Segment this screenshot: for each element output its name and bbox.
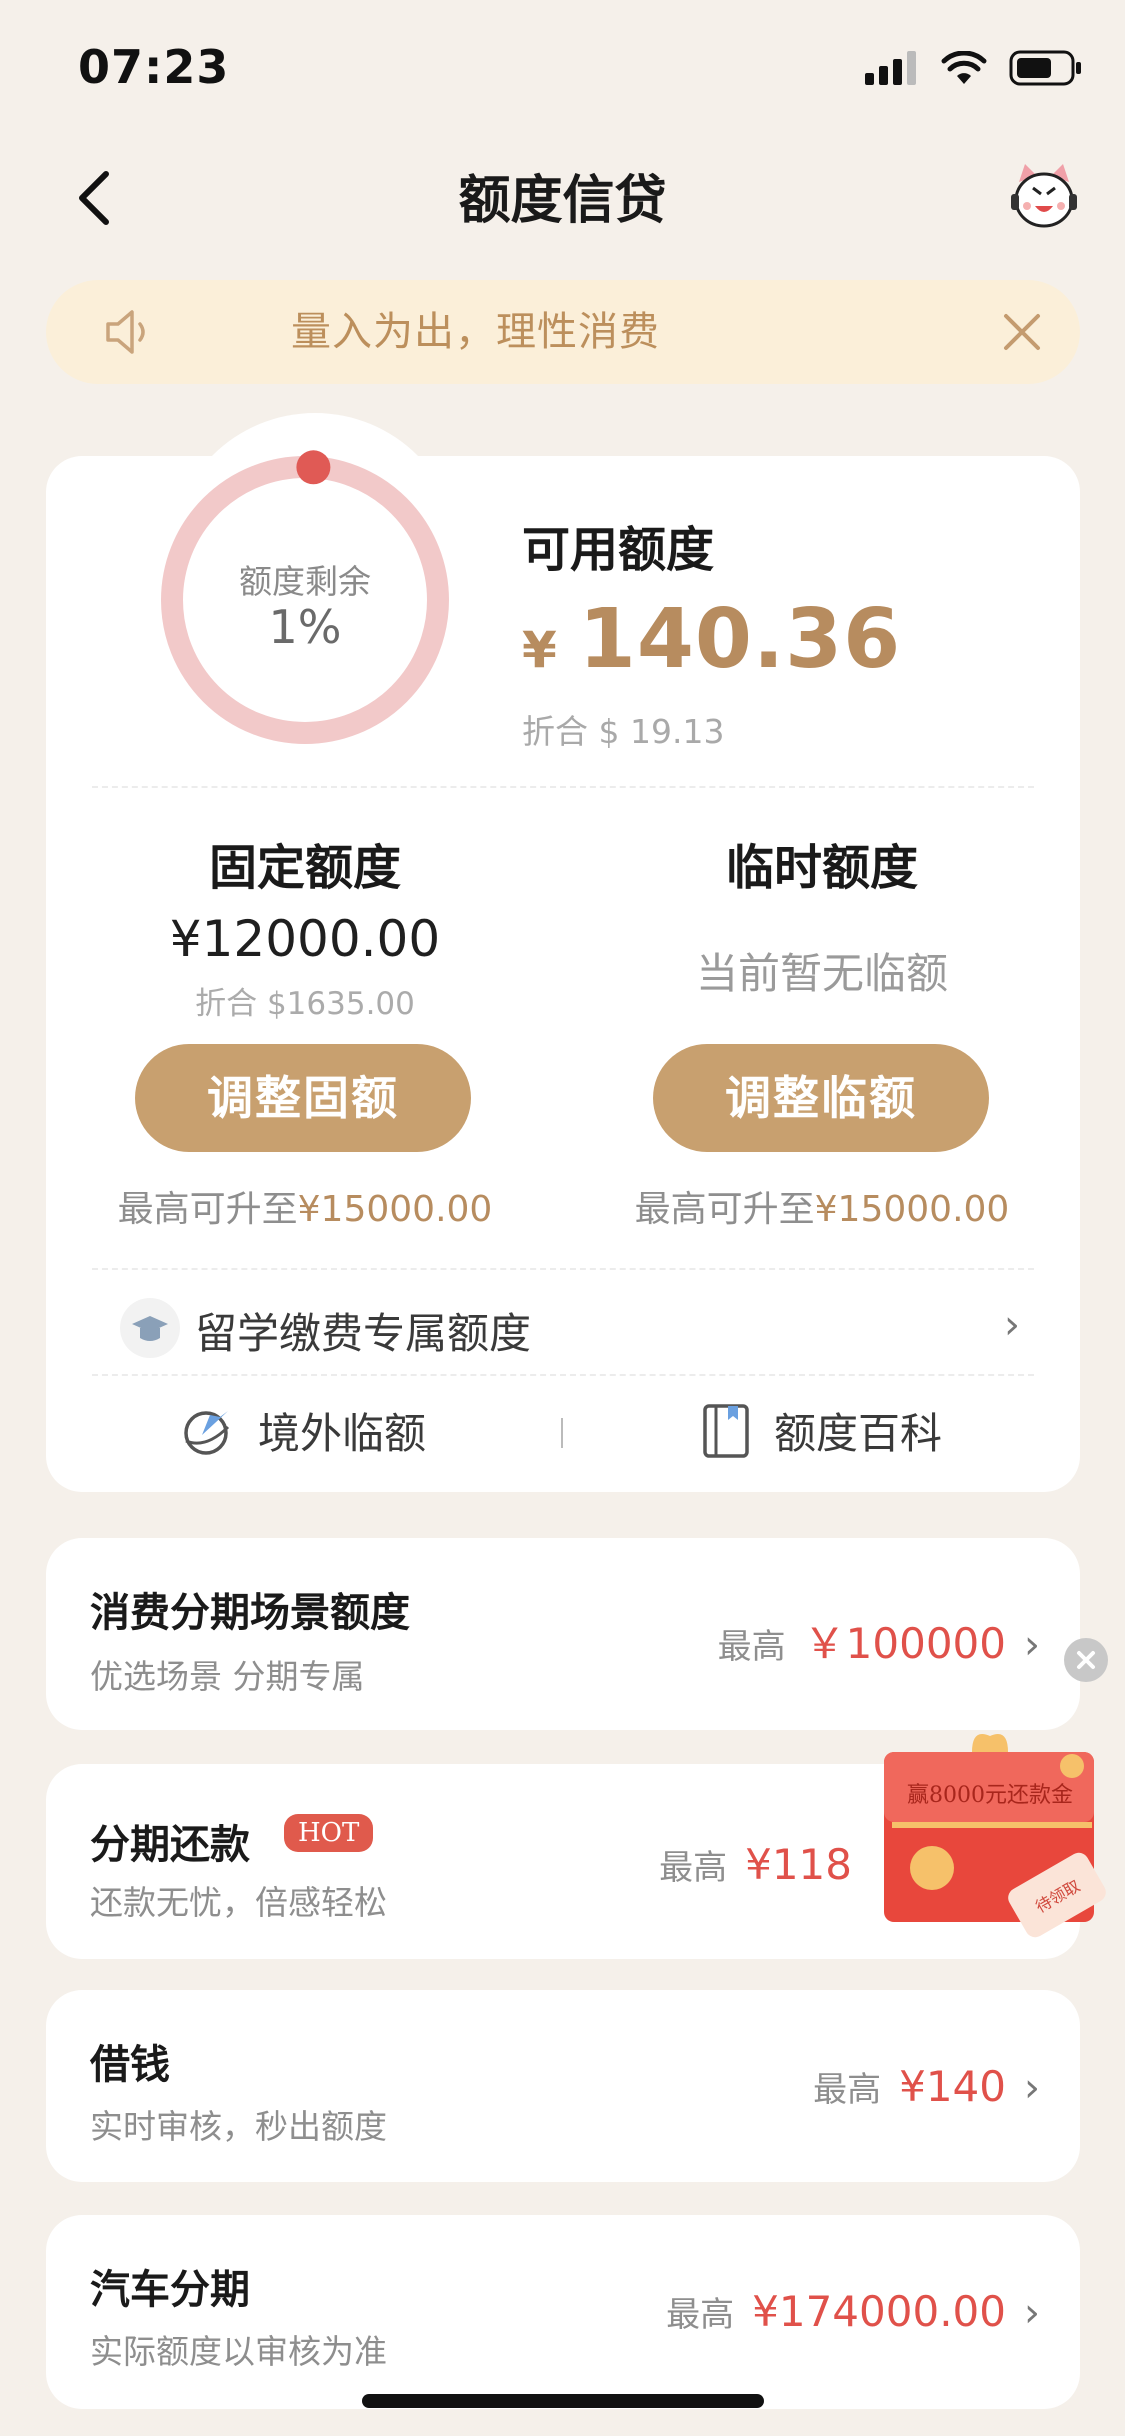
available-converted: 折合 $ 19.13 xyxy=(522,712,725,751)
link-separator xyxy=(561,1418,563,1448)
divider xyxy=(92,786,1034,788)
card-max-value: 最高 ¥118 xyxy=(659,1840,852,1889)
currency-symbol: ¥ xyxy=(522,621,557,679)
wifi-icon xyxy=(941,51,987,84)
ring-percentage: 1% xyxy=(268,600,342,654)
max-prefix: 最高 xyxy=(659,1848,728,1888)
max-prefix: 最高 xyxy=(717,1627,786,1667)
fixed-max-prefix: 最高可升至 xyxy=(117,1189,298,1230)
card-max-value: 最高 ¥140 › xyxy=(813,2062,1040,2111)
chevron-right-icon: › xyxy=(1004,1302,1020,1348)
max-value: ¥118 xyxy=(745,1840,852,1889)
ring-progress-dot xyxy=(296,450,331,485)
card-subtitle: 还款无忧，倍感轻松 xyxy=(90,1883,387,1922)
promo-text: 赢8000元还款金 xyxy=(907,1783,1073,1808)
list-item-borrow[interactable]: 借钱 实时审核，秒出额度 最高 ¥140 › xyxy=(46,1990,1080,2182)
battery-icon xyxy=(1009,50,1081,86)
plane-globe-icon xyxy=(184,1410,230,1455)
divider xyxy=(92,1374,1034,1376)
fixed-credit-converted: 折合 $1635.00 xyxy=(195,986,415,1022)
card-subtitle: 优选场景 分期专属 xyxy=(90,1657,365,1696)
card-max-value: 最高 ￥100000 › xyxy=(718,1610,1040,1671)
promo-close-button[interactable] xyxy=(1064,1638,1108,1682)
page-title: 额度信贷 xyxy=(458,171,667,231)
max-value: ¥140 xyxy=(899,2062,1006,2111)
speaker-icon xyxy=(106,310,145,354)
fixed-credit-amount: ¥12000.00 xyxy=(169,910,441,968)
temp-credit-status: 当前暂无临额 xyxy=(695,949,948,998)
promo-red-envelope[interactable]: 赢8000元还款金 待领取 xyxy=(862,1718,1125,1948)
card-title: 借钱 xyxy=(90,2042,170,2088)
list-item-car-installment[interactable]: 汽车分期 实际额度以审核为准 最高 ¥174000.00 › xyxy=(46,2215,1080,2409)
chevron-right-icon: › xyxy=(1024,1622,1040,1668)
card-title: 分期还款 xyxy=(90,1822,250,1868)
available-credit-label: 可用额度 xyxy=(522,522,715,578)
adjust-fixed-button[interactable]: 调整固额 xyxy=(135,1044,471,1152)
temp-max-line: 最高可升至¥15000.00 xyxy=(612,1180,1032,1232)
available-credit-amount: ¥ 140.36 xyxy=(522,592,901,687)
adjust-temp-button[interactable]: 调整临额 xyxy=(653,1044,989,1152)
card-max-value: 最高 ¥174000.00 › xyxy=(666,2287,1040,2336)
hot-badge: HOT xyxy=(284,1814,374,1852)
max-prefix: 最高 xyxy=(813,2070,882,2110)
fixed-credit-title: 固定额度 xyxy=(208,840,401,896)
list-item-installment-scene[interactable]: 消费分期场景额度 优选场景 分期专属 最高 ￥100000 › xyxy=(46,1538,1080,1730)
card-title: 消费分期场景额度 xyxy=(90,1590,410,1636)
temp-max-prefix: 最高可升至 xyxy=(634,1189,815,1230)
available-amount-value: 140.36 xyxy=(578,592,902,687)
card-title: 汽车分期 xyxy=(90,2267,250,2313)
fixed-max-line: 最高可升至¥15000.00 xyxy=(95,1180,515,1232)
graduation-cap-icon xyxy=(120,1298,180,1358)
credit-wiki-link[interactable]: 额度百科 xyxy=(700,1400,942,1461)
notice-banner: 量入为出，理性消费 xyxy=(46,280,1080,384)
divider xyxy=(92,1268,1034,1270)
customer-service-mascot-icon[interactable] xyxy=(1007,160,1081,234)
close-icon xyxy=(1077,1651,1095,1669)
close-icon[interactable] xyxy=(1000,310,1044,354)
home-indicator[interactable] xyxy=(362,2394,764,2408)
max-prefix: 最高 xyxy=(666,2295,735,2335)
signal-icon xyxy=(865,51,916,85)
overseas-temp-label: 境外临额 xyxy=(258,1409,427,1458)
status-icons xyxy=(865,50,1083,86)
chevron-right-icon: › xyxy=(1024,2065,1040,2111)
max-value: ￥100000 xyxy=(803,1619,1006,1668)
card-subtitle: 实际额度以审核为准 xyxy=(90,2332,387,2371)
notice-text: 量入为出，理性消费 xyxy=(291,309,660,355)
chevron-right-icon: › xyxy=(1024,2290,1040,2336)
card-subtitle: 实时审核，秒出额度 xyxy=(90,2107,387,2146)
status-time: 07:23 xyxy=(78,40,230,94)
temp-credit-title: 临时额度 xyxy=(725,840,918,896)
credit-wiki-label: 额度百科 xyxy=(774,1409,943,1458)
book-icon xyxy=(703,1403,749,1458)
study-abroad-label: 留学缴费专属额度 xyxy=(195,1309,532,1358)
overseas-temp-link[interactable]: 境外临额 xyxy=(180,1400,426,1461)
ring-label: 额度剩余 xyxy=(239,562,371,601)
max-value: ¥174000.00 xyxy=(752,2287,1006,2336)
fixed-max-value: ¥15000.00 xyxy=(297,1189,493,1230)
temp-max-value: ¥15000.00 xyxy=(814,1189,1010,1230)
